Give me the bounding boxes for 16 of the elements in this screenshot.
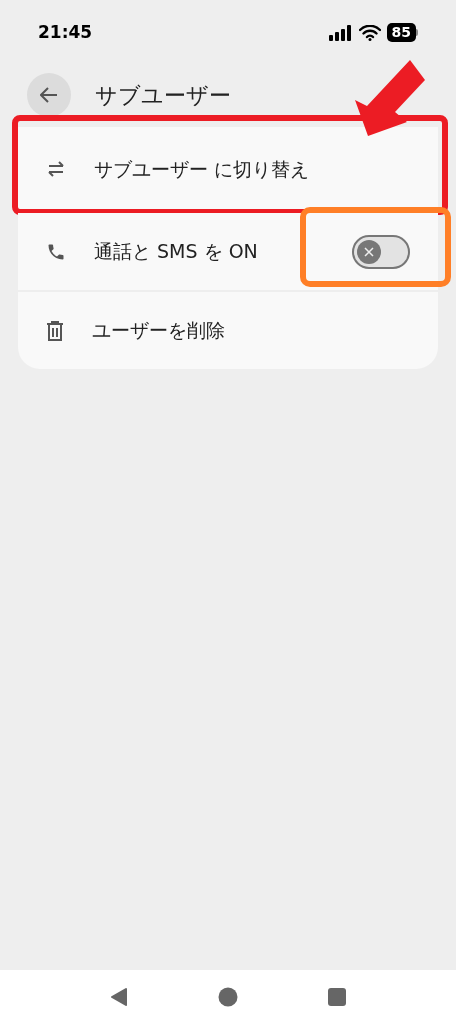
status-time: 21:45 bbox=[38, 20, 93, 44]
menu-item-label[interactable]: ユーザーを削除 bbox=[92, 316, 225, 345]
wifi-icon bbox=[358, 24, 381, 41]
battery-level: 85 bbox=[386, 23, 416, 42]
swap-icon bbox=[46, 161, 66, 177]
signal-icon bbox=[328, 24, 353, 41]
toggle-switch[interactable] bbox=[352, 234, 410, 269]
menu-item-label[interactable]: サブユーザー に切り替え bbox=[94, 154, 310, 184]
back-button[interactable] bbox=[27, 73, 71, 117]
nav-back-icon[interactable] bbox=[110, 987, 128, 1007]
close-icon bbox=[363, 245, 375, 258]
back-arrow-icon bbox=[40, 87, 58, 103]
page-title: サブユーザー bbox=[95, 81, 231, 110]
nav-home-icon[interactable] bbox=[218, 987, 238, 1007]
menu-item-label[interactable]: 通話と SMS を ON bbox=[94, 237, 258, 266]
trash-icon bbox=[46, 320, 64, 341]
